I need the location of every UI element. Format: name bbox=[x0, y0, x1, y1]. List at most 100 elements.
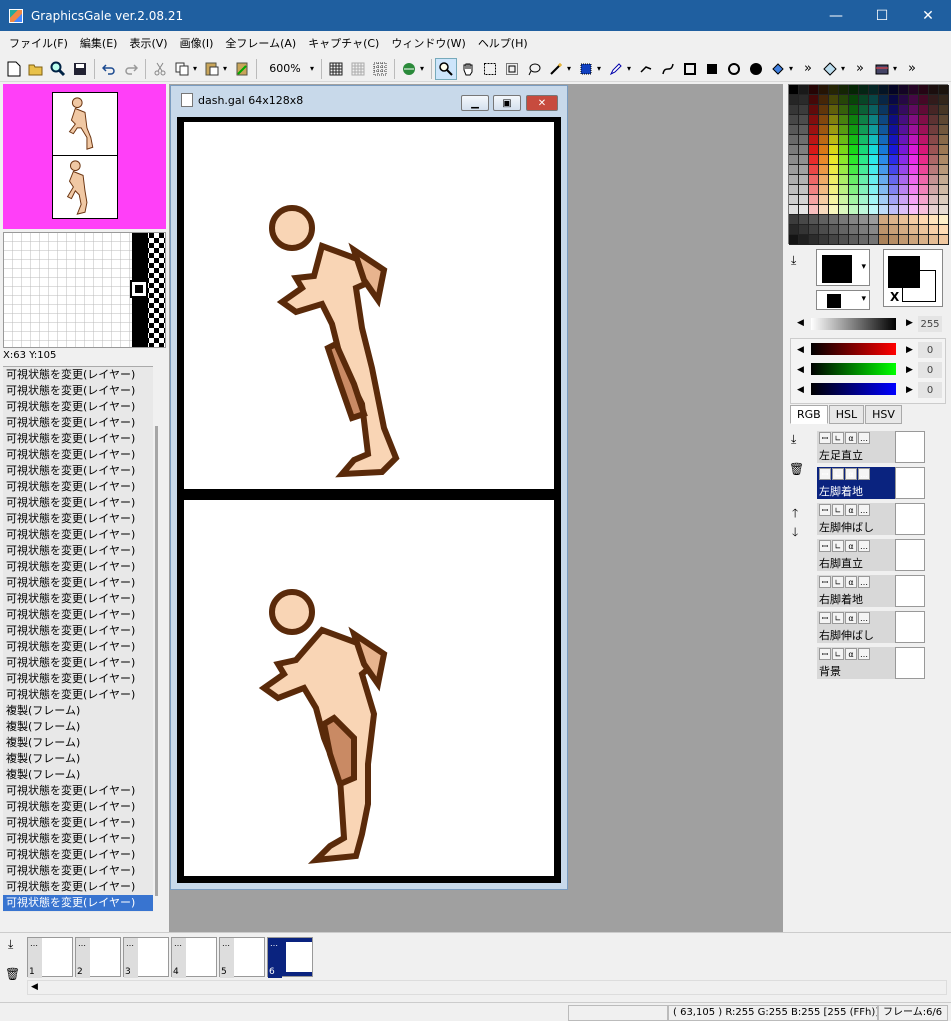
history-item[interactable]: 複製(フレーム) bbox=[3, 735, 153, 751]
palette-swatch[interactable] bbox=[879, 135, 889, 145]
chevron-down-icon[interactable]: ▾ bbox=[627, 64, 635, 73]
palette-swatch[interactable] bbox=[809, 195, 819, 205]
more-icon[interactable]: … bbox=[222, 939, 230, 948]
palette-swatch[interactable] bbox=[869, 165, 879, 175]
more-icon[interactable]: … bbox=[858, 468, 870, 480]
lock-icon[interactable]: ∟ bbox=[832, 576, 844, 588]
palette-swatch[interactable] bbox=[909, 85, 919, 95]
frame-scrollbar[interactable]: ◀ bbox=[27, 980, 947, 995]
frame-thumbnail[interactable]: … 6 bbox=[267, 937, 313, 978]
palette-swatch[interactable] bbox=[899, 175, 909, 185]
palette-swatch[interactable] bbox=[869, 175, 879, 185]
move-up-icon[interactable]: 🡑 bbox=[792, 504, 798, 525]
scroll-left-icon[interactable]: ◀ bbox=[31, 982, 38, 992]
palette-swatch[interactable] bbox=[799, 115, 809, 125]
history-item[interactable]: 可視状態を変更(レイヤー) bbox=[3, 559, 153, 575]
palette-swatch[interactable] bbox=[889, 185, 899, 195]
redo-icon[interactable] bbox=[120, 58, 142, 80]
palette-swatch[interactable] bbox=[829, 95, 839, 105]
palette-swatch[interactable] bbox=[899, 185, 909, 195]
palette-swatch[interactable] bbox=[829, 155, 839, 165]
lasso-icon[interactable] bbox=[523, 58, 545, 80]
palette-swatch[interactable] bbox=[829, 185, 839, 195]
history-item[interactable]: 可視状態を変更(レイヤー) bbox=[3, 383, 153, 399]
palette-swatch[interactable] bbox=[799, 185, 809, 195]
history-item[interactable]: 可視状態を変更(レイヤー) bbox=[3, 847, 153, 863]
lock-icon[interactable]: ∟ bbox=[832, 612, 844, 624]
frame-thumbnail[interactable]: … 5 bbox=[219, 937, 265, 978]
palette-swatch[interactable] bbox=[859, 115, 869, 125]
palette-swatch[interactable] bbox=[929, 85, 939, 95]
palette-swatch[interactable] bbox=[839, 235, 849, 245]
palette-swatch[interactable] bbox=[869, 115, 879, 125]
palette-swatch[interactable] bbox=[809, 95, 819, 105]
palette-swatch[interactable] bbox=[829, 135, 839, 145]
history-item[interactable]: 可視状態を変更(レイヤー) bbox=[3, 447, 153, 463]
palette-swatch[interactable] bbox=[889, 125, 899, 135]
palette-swatch[interactable] bbox=[929, 145, 939, 155]
palette-swatch[interactable] bbox=[799, 165, 809, 175]
palette-swatch[interactable] bbox=[799, 155, 809, 165]
palette-swatch[interactable] bbox=[829, 85, 839, 95]
palette-swatch[interactable] bbox=[909, 95, 919, 105]
trash-icon[interactable]: 🗑 bbox=[789, 462, 804, 476]
palette-swatch[interactable] bbox=[819, 215, 829, 225]
ellipse-outline-icon[interactable] bbox=[723, 58, 745, 80]
palette-swatch[interactable] bbox=[829, 145, 839, 155]
palette-swatch[interactable] bbox=[859, 85, 869, 95]
palette-swatch[interactable] bbox=[929, 185, 939, 195]
palette-swatch[interactable] bbox=[879, 175, 889, 185]
palette-swatch[interactable] bbox=[939, 115, 949, 125]
palette-swatch[interactable] bbox=[919, 85, 929, 95]
palette-swatch[interactable] bbox=[849, 85, 859, 95]
palette-swatch[interactable] bbox=[929, 205, 939, 215]
palette-swatch[interactable] bbox=[879, 225, 889, 235]
palette-swatch[interactable] bbox=[869, 205, 879, 215]
palette-swatch[interactable] bbox=[829, 215, 839, 225]
alpha-icon[interactable]: α bbox=[845, 540, 857, 552]
visibility-icon[interactable]: ꟷ bbox=[819, 432, 831, 444]
move-select-icon[interactable] bbox=[501, 58, 523, 80]
visibility-icon[interactable]: ꟷ bbox=[819, 576, 831, 588]
zoom-tool-icon[interactable] bbox=[435, 57, 457, 80]
history-item[interactable]: 可視状態を変更(レイヤー) bbox=[3, 543, 153, 559]
layer-item[interactable]: ꟷ ∟ α… 左脚着地 bbox=[817, 467, 925, 499]
undo-icon[interactable] bbox=[98, 58, 120, 80]
history-item[interactable]: 可視状態を変更(レイヤー) bbox=[3, 623, 153, 639]
palette-swatch[interactable] bbox=[909, 215, 919, 225]
history-item[interactable]: 可視状態を変更(レイヤー) bbox=[3, 591, 153, 607]
palette-swatch[interactable] bbox=[809, 85, 819, 95]
lock-icon[interactable]: ∟ bbox=[832, 468, 844, 480]
canvas-frame-top[interactable] bbox=[184, 122, 554, 489]
palette-swatch[interactable] bbox=[879, 235, 889, 245]
tab-hsv[interactable]: HSV bbox=[865, 405, 902, 424]
palette-swatch[interactable] bbox=[819, 95, 829, 105]
palette-swatch[interactable] bbox=[849, 225, 859, 235]
history-item[interactable]: 可視状態を変更(レイヤー) bbox=[3, 879, 153, 895]
menu-view[interactable]: 表示(V) bbox=[123, 35, 173, 51]
foreground-color-select[interactable]: ▾ bbox=[816, 249, 870, 286]
palette-swatch[interactable] bbox=[939, 165, 949, 175]
palette-swatch[interactable] bbox=[859, 235, 869, 245]
palette-swatch[interactable] bbox=[799, 195, 809, 205]
palette-swatch[interactable] bbox=[809, 225, 819, 235]
palette-swatch[interactable] bbox=[899, 165, 909, 175]
menu-window[interactable]: ウィンドウ(W) bbox=[385, 35, 471, 51]
more-icon[interactable]: … bbox=[858, 612, 870, 624]
palette-swatch[interactable] bbox=[869, 135, 879, 145]
palette-swatch[interactable] bbox=[839, 205, 849, 215]
palette-swatch[interactable] bbox=[799, 205, 809, 215]
palette-swatch[interactable] bbox=[849, 185, 859, 195]
palette-swatch[interactable] bbox=[819, 125, 829, 135]
palette-swatch[interactable] bbox=[849, 215, 859, 225]
frame-thumbnail[interactable]: … 4 bbox=[171, 937, 217, 978]
red-slider[interactable] bbox=[811, 343, 896, 355]
palette-swatch[interactable] bbox=[849, 115, 859, 125]
palette-swatch[interactable] bbox=[799, 175, 809, 185]
toolbar-more-icon[interactable]: » bbox=[849, 58, 871, 80]
palette-swatch[interactable] bbox=[839, 225, 849, 235]
palette-swatch[interactable] bbox=[809, 115, 819, 125]
chevron-down-icon[interactable]: ▾ bbox=[310, 64, 318, 73]
palette-swatch[interactable] bbox=[849, 155, 859, 165]
palette-swatch[interactable] bbox=[879, 195, 889, 205]
